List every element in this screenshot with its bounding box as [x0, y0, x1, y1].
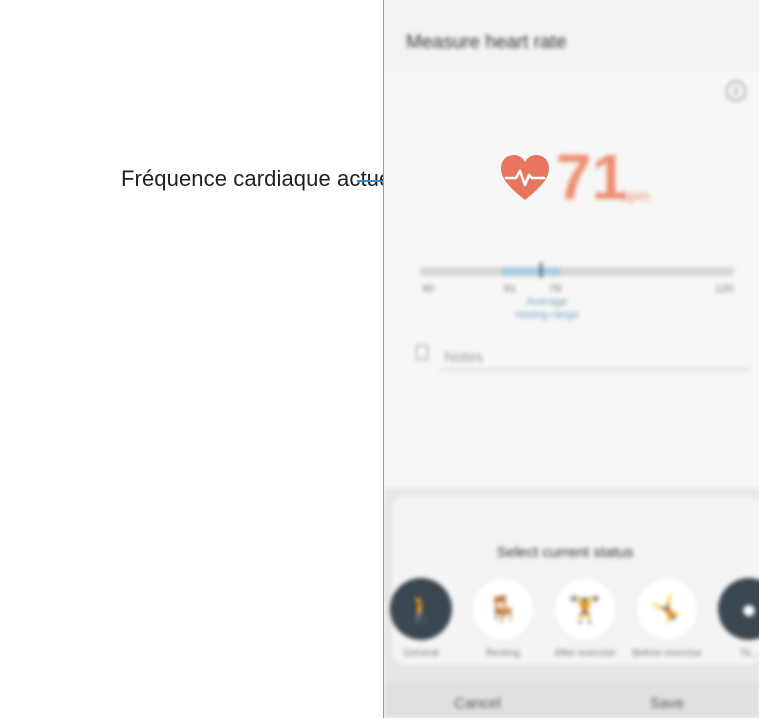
page-title: Measure heart rate — [406, 32, 567, 53]
status-label: After exercise — [554, 648, 616, 659]
current-rate-marker — [540, 262, 542, 278]
range-caption-line2: resting range — [514, 309, 580, 321]
sitting-person-icon: 🪑 — [472, 578, 534, 640]
measurement-area — [384, 72, 759, 488]
range-max-label: 120 — [715, 283, 734, 295]
status-label: Resting — [486, 648, 520, 659]
range-caption-line1: Average — [526, 296, 568, 308]
range-caption: Average resting range — [502, 296, 592, 322]
status-label: Tir... — [739, 648, 759, 659]
status-title: Select current status — [496, 544, 634, 561]
range-min-label: 40 — [422, 283, 435, 295]
status-option-partial[interactable]: ● Tir... — [712, 578, 759, 660]
person-before-exercise-icon: 🤸 — [636, 578, 698, 640]
status-panel: Select current status 🚶 General 🪑 Restin… — [384, 488, 759, 683]
partial-status-icon: ● — [718, 578, 759, 640]
bottom-action-bar: Cancel Save — [384, 683, 759, 718]
info-icon[interactable]: i — [726, 81, 746, 101]
notes-icon — [416, 345, 428, 360]
average-range-fill — [502, 267, 560, 276]
figure: Fréquence cardiaque actuelle Measure hea… — [0, 0, 759, 718]
heart-rate-value: 71 — [556, 141, 628, 213]
status-label: General — [403, 648, 439, 659]
callout-label: Fréquence cardiaque actuelle — [121, 166, 414, 191]
status-card: Select current status 🚶 General 🪑 Restin… — [390, 496, 759, 664]
phone-screen: Measure heart rate i 71 bpm 40 61 76 120… — [383, 0, 759, 718]
range-high-label: 76 — [549, 283, 562, 295]
save-button[interactable]: Save — [650, 695, 684, 712]
range-low-label: 61 — [504, 283, 517, 295]
status-option-general[interactable]: 🚶 General — [384, 578, 458, 660]
status-label: Before exercise — [632, 648, 702, 659]
app-bar: Measure heart rate — [384, 0, 759, 73]
person-after-exercise-icon: 🏋 — [554, 578, 616, 640]
status-option-after-exercise[interactable]: 🏋 After exercise — [548, 578, 622, 660]
cancel-button[interactable]: Cancel — [454, 695, 501, 712]
notes-input[interactable] — [440, 345, 749, 370]
status-option-before-exercise[interactable]: 🤸 Before exercise — [630, 578, 704, 660]
status-option-resting[interactable]: 🪑 Resting — [466, 578, 540, 660]
screen-content: Measure heart rate i 71 bpm 40 61 76 120… — [384, 0, 759, 718]
heart-icon — [501, 155, 549, 200]
heart-rate-unit: bpm — [621, 188, 651, 205]
standing-person-icon: 🚶 — [390, 578, 452, 640]
range-track — [419, 267, 735, 276]
